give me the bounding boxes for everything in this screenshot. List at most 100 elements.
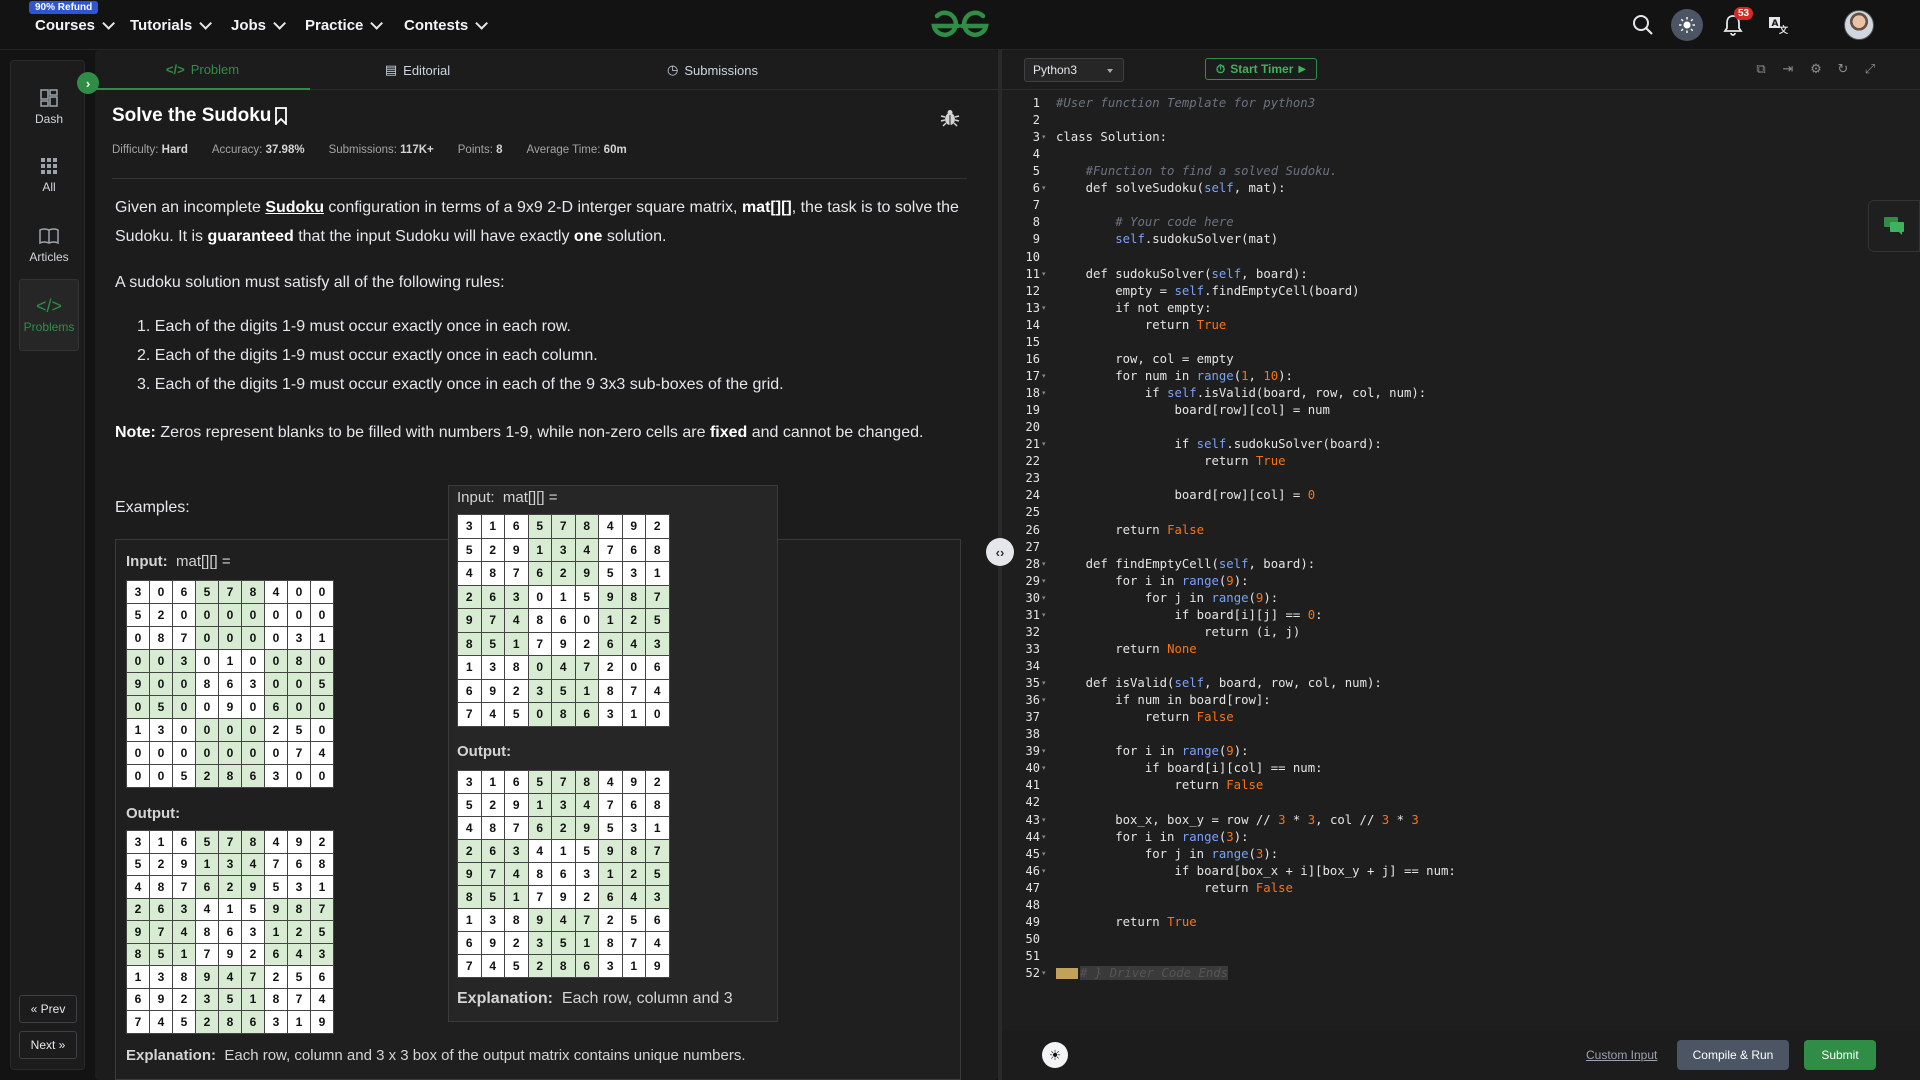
grid-cell: 7	[574, 655, 599, 680]
copy-icon[interactable]: ⧉	[1753, 61, 1769, 77]
fold-arrow-icon[interactable]: ▾	[1042, 389, 1046, 397]
grid-cell: 0	[149, 741, 173, 765]
next-button[interactable]: Next »	[19, 1031, 77, 1059]
report-bug-icon[interactable]	[940, 108, 960, 128]
expand-sidebar-icon[interactable]: ›	[77, 72, 99, 94]
grid-cell: 8	[645, 793, 670, 817]
grid-row: 745286319	[126, 1010, 334, 1034]
nav-jobs-label: Jobs	[231, 16, 267, 34]
timer-icon: ⏱	[1215, 61, 1226, 76]
code-line: empty = self.findEmptyCell(board)	[1056, 283, 1360, 298]
fold-arrow-icon[interactable]: ▾	[1042, 372, 1046, 380]
sidebar-item-problems[interactable]: </> Problems	[19, 279, 79, 351]
code-line: if board[box_x + i][box_y + j] == num:	[1056, 863, 1456, 878]
geeksforgeeks-logo[interactable]	[928, 8, 992, 40]
grid-cell: 7	[551, 514, 576, 539]
grid-cell: 9	[621, 770, 646, 794]
line-number: 2	[1032, 113, 1040, 128]
theme-toggle-sun-icon[interactable]	[1671, 9, 1703, 41]
grid-cell: 0	[195, 626, 219, 650]
fold-arrow-icon[interactable]: ▾	[1042, 833, 1046, 841]
reset-icon[interactable]: ↻	[1835, 61, 1851, 77]
nav-courses[interactable]: Courses	[35, 12, 116, 38]
avgtime-value: 60m	[603, 144, 627, 156]
fold-arrow-icon[interactable]: ▾	[1042, 440, 1046, 448]
sidebar-item-dash[interactable]: Dash	[19, 76, 79, 138]
nav-contests-label: Contests	[404, 16, 469, 34]
fold-arrow-icon[interactable]: ▾	[1042, 764, 1046, 772]
translate-icon[interactable]: A文	[1765, 12, 1791, 38]
fold-arrow-icon[interactable]: ▾	[1042, 969, 1046, 977]
fold-arrow-icon[interactable]: ▾	[1042, 184, 1046, 192]
grid-cell: 0	[264, 672, 288, 696]
grid-cell: 2	[310, 830, 334, 854]
fold-arrow-icon[interactable]: ▾	[1042, 133, 1046, 141]
language-select[interactable]: Python3	[1024, 58, 1124, 82]
grid-cell: 0	[310, 695, 334, 719]
submit-button[interactable]: Submit	[1804, 1040, 1876, 1070]
fold-arrow-icon[interactable]: ▾	[1042, 577, 1046, 585]
sidebar-item-articles[interactable]: Articles	[19, 214, 79, 276]
grid-cell: 7	[551, 770, 576, 794]
grid-cell: 7	[172, 875, 196, 899]
code-line: if board[i][col] == num:	[1056, 761, 1323, 776]
nav-jobs[interactable]: Jobs	[231, 12, 287, 38]
fold-arrow-icon[interactable]: ▾	[1042, 304, 1046, 312]
line-number: 31	[1025, 607, 1040, 622]
tab-submissions[interactable]: ◷ Submissions	[605, 50, 820, 90]
grid-row: 529134768	[126, 852, 334, 876]
start-timer-button[interactable]: ⏱ Start Timer ▶	[1205, 58, 1317, 80]
output-label: Output:	[126, 805, 181, 822]
lightbulb-icon[interactable]: ☀	[1042, 1042, 1068, 1068]
search-icon[interactable]	[1630, 12, 1656, 38]
fold-arrow-icon[interactable]: ▾	[1042, 560, 1046, 568]
code-line: return False	[1056, 778, 1264, 793]
compile-run-button[interactable]: Compile & Run	[1677, 1040, 1789, 1070]
fold-arrow-icon[interactable]: ▾	[1042, 850, 1046, 858]
fold-arrow-icon[interactable]: ▾	[1042, 270, 1046, 278]
caret-down-icon	[1107, 69, 1113, 73]
code-editor[interactable]: 1 2 3 ▾ 4 5 6 ▾ 7 8 9 10 11 ▾ 12 13 ▾ 14 15 16 17 ▾ 18 ▾ 19 20 21 ▾…	[1002, 90, 1920, 1030]
fold-arrow-icon[interactable]: ▾	[1042, 867, 1046, 875]
grid-cell: 2	[218, 875, 242, 899]
grid-cell: 0	[310, 580, 334, 604]
sidebar-item-all[interactable]: All	[19, 144, 79, 206]
nav-practice[interactable]: Practice	[305, 12, 384, 38]
grid-cell: 1	[126, 718, 150, 742]
nav-contests[interactable]: Contests	[404, 12, 489, 38]
grid-row: 003010080	[126, 649, 334, 673]
export-icon[interactable]: ⇥	[1780, 61, 1796, 77]
chevron-down-icon	[370, 16, 384, 30]
avatar[interactable]	[1844, 10, 1874, 40]
custom-input-link[interactable]: Custom Input	[1586, 1048, 1657, 1062]
resize-handle-icon[interactable]: ‹›	[986, 538, 1014, 566]
settings-gear-icon[interactable]: ⚙	[1808, 61, 1824, 77]
chat-icon[interactable]	[1868, 200, 1920, 252]
fold-arrow-icon[interactable]: ▾	[1042, 679, 1046, 687]
sudoku-link[interactable]: Sudoku	[265, 199, 324, 216]
bookmark-icon[interactable]	[274, 107, 288, 125]
fullscreen-icon[interactable]: ⤢	[1862, 61, 1878, 77]
fold-arrow-icon[interactable]: ▾	[1042, 747, 1046, 755]
grid-cell: 9	[480, 931, 505, 955]
fold-arrow-icon[interactable]: ▾	[1042, 611, 1046, 619]
grid-cell: 8	[504, 908, 529, 932]
code-line: return False	[1056, 710, 1234, 725]
grid-cell: 3	[645, 885, 670, 909]
prev-button[interactable]: « Prev	[19, 995, 77, 1023]
grid-cell: 0	[149, 580, 173, 604]
tab-editorial[interactable]: ▤ Editorial	[310, 50, 525, 90]
grid-cell: 0	[126, 741, 150, 765]
code-line: def findEmptyCell(self, board):	[1056, 556, 1316, 571]
nav-tutorials[interactable]: Tutorials	[130, 12, 213, 38]
grid-cell: 6	[527, 816, 552, 840]
grid-cell: 9	[551, 885, 576, 909]
fold-arrow-icon[interactable]: ▾	[1042, 816, 1046, 824]
fold-arrow-icon[interactable]: ▾	[1042, 594, 1046, 602]
grid-cell: 9	[310, 1010, 334, 1034]
grid-cell: 0	[310, 718, 334, 742]
tab-problem[interactable]: </> Problem	[95, 50, 310, 90]
fold-marker[interactable]	[1056, 968, 1078, 980]
fold-arrow-icon[interactable]: ▾	[1042, 696, 1046, 704]
grid-cell: 2	[457, 839, 482, 863]
